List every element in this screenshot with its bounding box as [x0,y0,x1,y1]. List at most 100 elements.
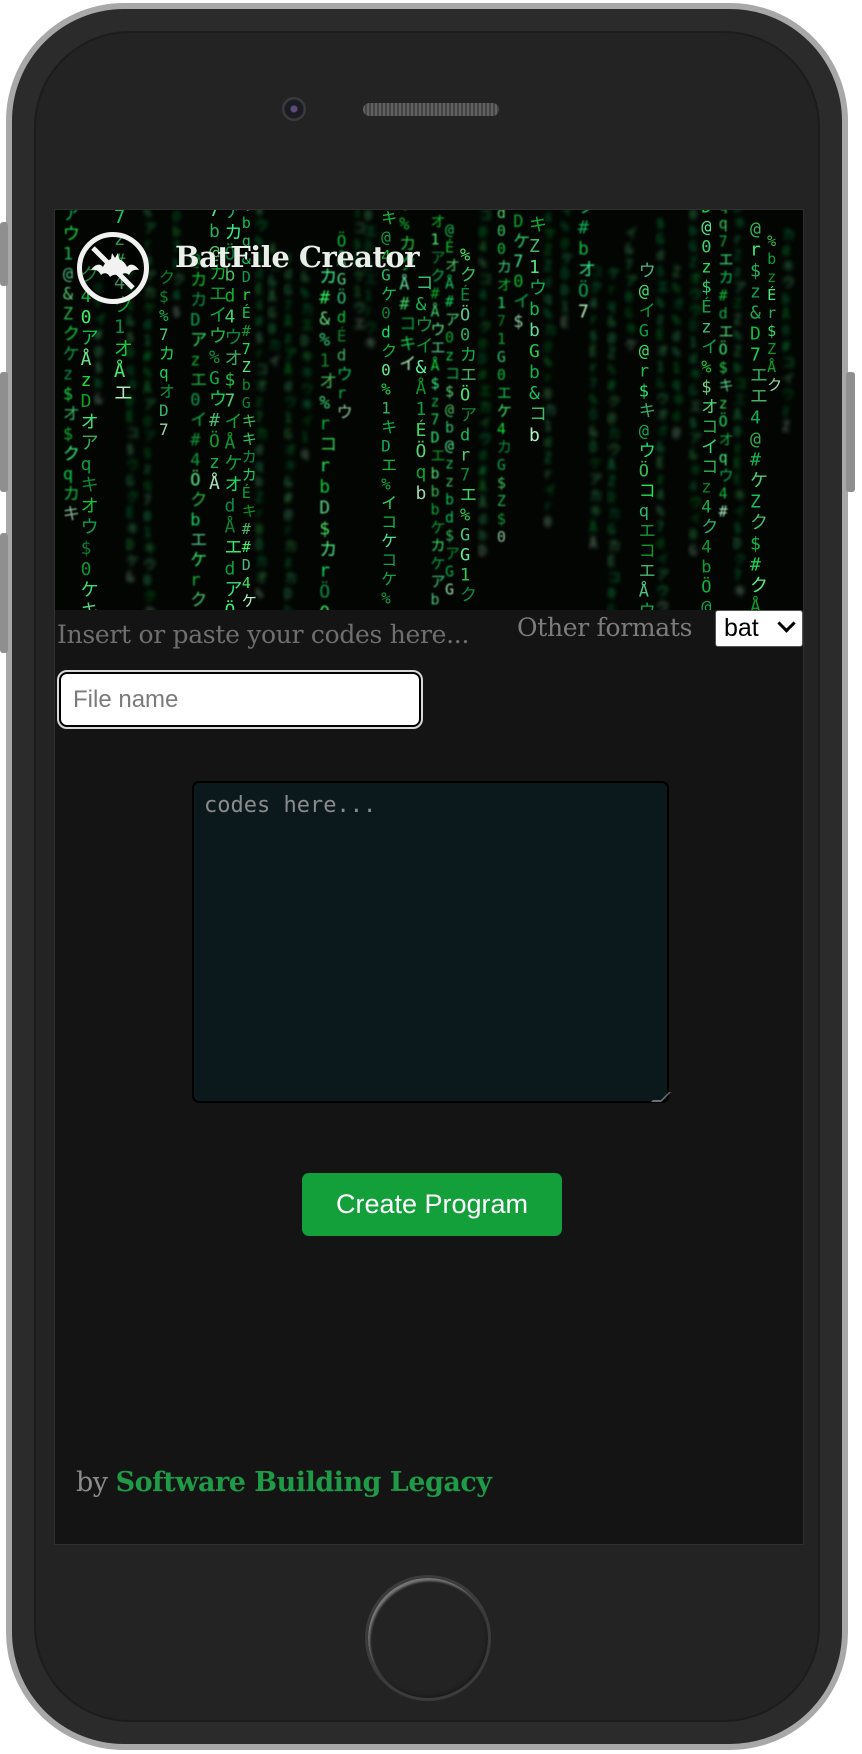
matrix-column: @カカDアzエ0イ#4Öクbエケrク [190,251,207,611]
matrix-glyph: Z [242,358,251,376]
matrix-glyph: Ö [255,537,263,554]
matrix-glyph: d [689,352,697,367]
matrix-glyph: z [656,473,664,488]
matrix-glyph: G [529,341,540,362]
format-select[interactable]: bat [715,610,803,647]
author-link[interactable]: Software Building Legacy [116,1467,492,1498]
matrix-glyph: É [734,456,742,472]
matrix-glyph: カ [719,269,734,287]
matrix-glyph: カ [608,427,621,442]
matrix-glyph: キ [381,418,397,437]
matrix-column: ケrq&@Z%#ク@カウÅZDカGカÉコ0G [608,267,621,610]
matrix-glyph: ウ [782,388,795,403]
matrix-glyph: ア [190,331,207,351]
matrix-glyph: É [126,505,134,521]
matrix-glyph: Z [734,249,742,264]
matrix-glyph: ア [656,569,669,584]
matrix-glyph: @ [639,342,649,362]
matrix-glyph: @ [639,422,649,442]
matrix-glyph: コ [381,513,397,532]
matrix-glyph: 1 [63,244,73,264]
matrix-glyph: 7 [578,301,589,322]
matrix-glyph: エ [639,562,656,582]
matrix-glyph: コ [701,418,718,438]
matrix-column: @r$z&D7エエ4@#ケZク$#クÅ [750,219,768,611]
matrix-glyph: エ [431,338,446,356]
code-textarea[interactable] [192,781,669,1103]
matrix-glyph: b [209,221,220,242]
matrix-glyph: $ [126,330,134,345]
create-program-button[interactable]: Create Program [302,1173,562,1236]
matrix-glyph: $ [689,416,697,431]
file-name-input[interactable] [57,670,423,729]
matrix-glyph: @ [445,221,454,239]
matrix-glyph: & [319,309,330,330]
matrix-glyph: & [284,475,292,490]
matrix-glyph: z [284,331,292,346]
matrix-glyph: D [479,352,487,367]
matrix-glyph: G [268,307,276,322]
matrix-glyph: エ [301,318,314,333]
matrix-glyph: 7 [242,340,251,358]
matrix-glyph: # [479,464,487,479]
matrix-glyph: $ [589,329,597,344]
matrix-glyph: G [126,474,134,489]
matrix-glyph: 1 [143,526,151,541]
matrix-glyph: Z [734,313,742,328]
matrix-glyph: ア [589,473,602,488]
matrix-glyph: コ [701,458,718,478]
matrix-glyph: z [479,304,487,319]
matrix-glyph: カ [479,400,492,415]
matrix-glyph: キ [689,368,702,383]
matrix-glyph: イ [190,411,207,431]
matrix-glyph: b [479,528,487,543]
matrix-glyph: Z [734,345,742,360]
matrix-glyph: b [94,377,102,392]
matrix-glyph: % [672,314,680,329]
matrix-glyph: ク [143,590,156,605]
matrix-glyph: q [608,299,616,314]
matrix-glyph: q [719,449,728,467]
matrix-column: G70エÖqエ1rウキ [364,210,377,352]
matrix-glyph: % [381,475,391,494]
matrix-glyph: 7 [159,420,169,439]
matrix-column: #%1&$0qキDÉコ$ウGクÉキDケ& [126,266,139,585]
home-button[interactable] [365,1575,491,1701]
matrix-glyph: コ [608,571,621,586]
volume-down-button [0,533,8,653]
matrix-glyph: z [190,351,200,371]
matrix-glyph: É [416,419,427,441]
matrix-glyph: q [255,459,263,474]
matrix-glyph: @ [750,219,761,240]
matrix-glyph: Å [639,580,649,602]
matrix-glyph: $ [445,383,454,401]
matrix-glyph: 1 [460,566,470,586]
matrix-glyph: z [701,318,711,338]
matrix-glyph: 0 [143,574,151,589]
matrix-glyph: É [767,285,776,304]
matrix-glyph: 7 [143,494,151,509]
matrix-glyph: Å [767,357,776,376]
matrix-glyph: % [255,587,263,602]
matrix-glyph: @ [608,331,616,346]
matrix-glyph: % [319,330,330,351]
matrix-glyph: カ [460,346,477,366]
bat-slash-icon[interactable] [77,232,149,304]
matrix-column: d00カオ171G0エケ4カG$Z$0 [497,210,512,546]
matrix-glyph: D [284,587,292,602]
matrix-glyph: ア [431,248,446,266]
matrix-glyph: 4 [750,408,761,429]
matrix-glyph: $ [255,331,263,346]
matrix-glyph: Z [689,256,697,271]
matrix-glyph: Å [608,458,616,474]
matrix-glyph: z [701,478,711,498]
mute-switch [0,222,8,286]
matrix-glyph: ウ [431,320,446,338]
matrix-glyph: @ [172,210,180,224]
matrix-glyph: # [190,431,201,451]
matrix-glyph: # [578,217,589,238]
matrix-glyph: イ [225,412,243,433]
matrix-glyph: ケ [126,554,139,569]
matrix-glyph: 7 [431,410,440,428]
matrix-glyph: ケ [589,457,602,472]
